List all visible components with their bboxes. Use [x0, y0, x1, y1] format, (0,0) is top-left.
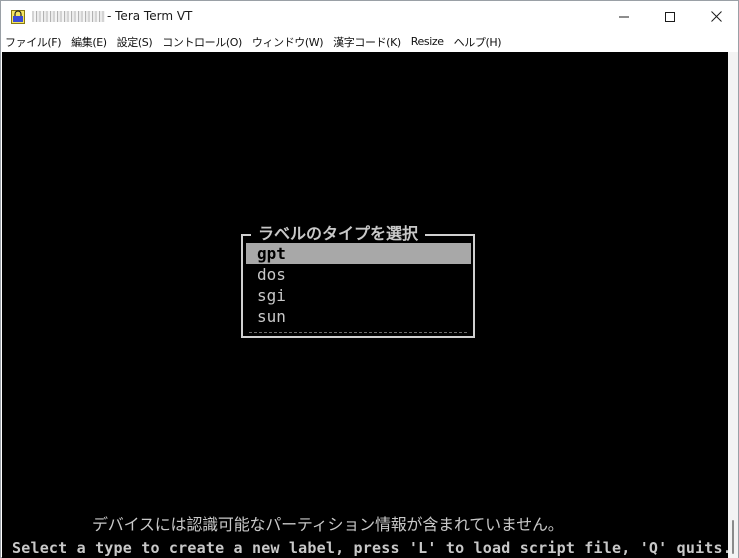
menu-file[interactable]: ファイル(F): [5, 34, 62, 50]
scrollbar-thumb[interactable]: [732, 520, 734, 554]
terminal-screen[interactable]: ラベルのタイプを選択 gpt dos sgi sun デバイスには認識可能なパー…: [2, 52, 728, 558]
close-icon: [710, 7, 722, 26]
dialog-bottom-divider: [249, 332, 467, 333]
minimize-icon: [619, 7, 629, 26]
maximize-icon: [665, 7, 675, 26]
menu-edit[interactable]: 編集(E): [71, 34, 107, 50]
option-sgi[interactable]: sgi: [246, 285, 471, 306]
menu-bar: ファイル(F) 編集(E) 設定(S) コントロール(O) ウィンドウ(W) 漢…: [1, 32, 738, 51]
label-type-dialog: ラベルのタイプを選択 gpt dos sgi sun: [241, 222, 475, 338]
option-sun[interactable]: sun: [246, 306, 471, 327]
vertical-scrollbar[interactable]: [728, 52, 738, 558]
tera-term-app-icon[interactable]: [11, 9, 25, 24]
close-button[interactable]: [693, 1, 739, 32]
menu-help[interactable]: ヘルプ(H): [454, 34, 502, 50]
title-bar[interactable]: - Tera Term VT: [1, 1, 738, 32]
window-title: - Tera Term VT: [107, 9, 193, 23]
option-dos[interactable]: dos: [246, 264, 471, 285]
menu-setup[interactable]: 設定(S): [117, 34, 153, 50]
title-hostname-redacted: [32, 11, 105, 22]
tera-term-window: - Tera Term VT ファイル(F) 編集(E) 設定(S) コントロー…: [0, 0, 739, 558]
info-message: デバイスには認識可能なパーティション情報が含まれていません。: [92, 515, 564, 534]
option-gpt[interactable]: gpt: [246, 243, 471, 264]
menu-kanji-code[interactable]: 漢字コード(K): [333, 34, 401, 50]
menu-window[interactable]: ウィンドウ(W): [252, 34, 324, 50]
minimize-button[interactable]: [601, 1, 647, 32]
help-status-line: Select a type to create a new label, pre…: [12, 539, 728, 557]
menu-control[interactable]: コントロール(O): [162, 34, 242, 50]
menu-resize[interactable]: Resize: [411, 35, 444, 48]
maximize-button[interactable]: [647, 1, 693, 32]
